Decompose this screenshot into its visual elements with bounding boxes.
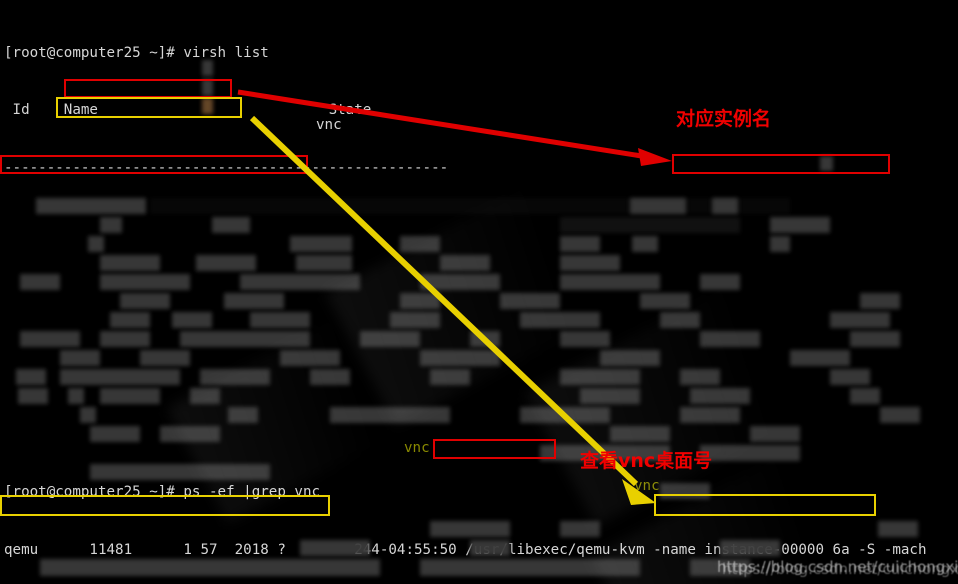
redaction-smudge	[172, 312, 212, 328]
redaction-smudge	[90, 426, 140, 442]
virsh-table-header: Id Name State	[4, 102, 372, 119]
redaction-smudge	[224, 293, 284, 309]
virsh-table-separator: ----------------------------------------…	[4, 159, 449, 176]
redaction-smudge	[20, 331, 80, 347]
redaction-smudge	[296, 255, 352, 271]
annotation-label-instance-name: 对应实例名	[676, 108, 772, 130]
terminal-screenshot: - - - - - - [root@computer25 ~]# virsh l…	[0, 0, 958, 584]
redaction-smudge	[36, 198, 146, 214]
redaction-smudge	[100, 274, 190, 290]
redaction-smudge	[100, 217, 122, 233]
redaction-smudge	[80, 407, 96, 423]
redaction-smudge	[40, 559, 380, 576]
redaction-smudge	[470, 540, 510, 556]
redaction-smudge	[100, 388, 160, 404]
watermark-url-ghost: https://blog.csdn.net/cuichongxin	[722, 560, 958, 578]
redaction-smudge	[640, 293, 690, 309]
prompt-virsh-list: [root@computer25 ~]# virsh list	[4, 45, 269, 62]
redaction-smudge	[212, 217, 250, 233]
redaction-smudge	[196, 255, 256, 271]
redaction-smudge	[68, 388, 84, 404]
redaction-smudge	[100, 331, 150, 347]
redaction-smudge	[20, 274, 60, 290]
redaction-smudge	[202, 98, 213, 114]
redaction-smudge	[290, 236, 352, 252]
redaction-smudge	[850, 388, 880, 404]
redaction-smudge	[712, 198, 738, 214]
redaction-smudge	[202, 60, 213, 76]
redaction-smudge	[60, 350, 100, 366]
redaction-smudge	[140, 350, 190, 366]
redaction-smudge	[250, 312, 310, 328]
redaction-smudge	[110, 312, 150, 328]
redaction-smudge	[202, 79, 213, 96]
redaction-smudge	[100, 255, 160, 271]
annotation-label-vnc-desktop: 查看vnc桌面号	[580, 450, 713, 472]
redaction-smudge	[430, 521, 510, 537]
redaction-smudge	[18, 388, 48, 404]
redaction-smudge	[88, 236, 104, 252]
redaction-smudge	[150, 198, 790, 214]
redaction-smudge	[820, 156, 833, 171]
redaction-smudge	[16, 369, 46, 385]
redaction-smudge	[770, 217, 830, 233]
terminal-output: - - - - - - [root@computer25 ~]# virsh l…	[0, 0, 958, 557]
redaction-smudge	[300, 540, 370, 556]
redaction-smudge	[560, 521, 600, 537]
redaction-smudge	[120, 293, 170, 309]
redaction-smudge	[770, 236, 790, 252]
redaction-smudge	[60, 369, 180, 385]
